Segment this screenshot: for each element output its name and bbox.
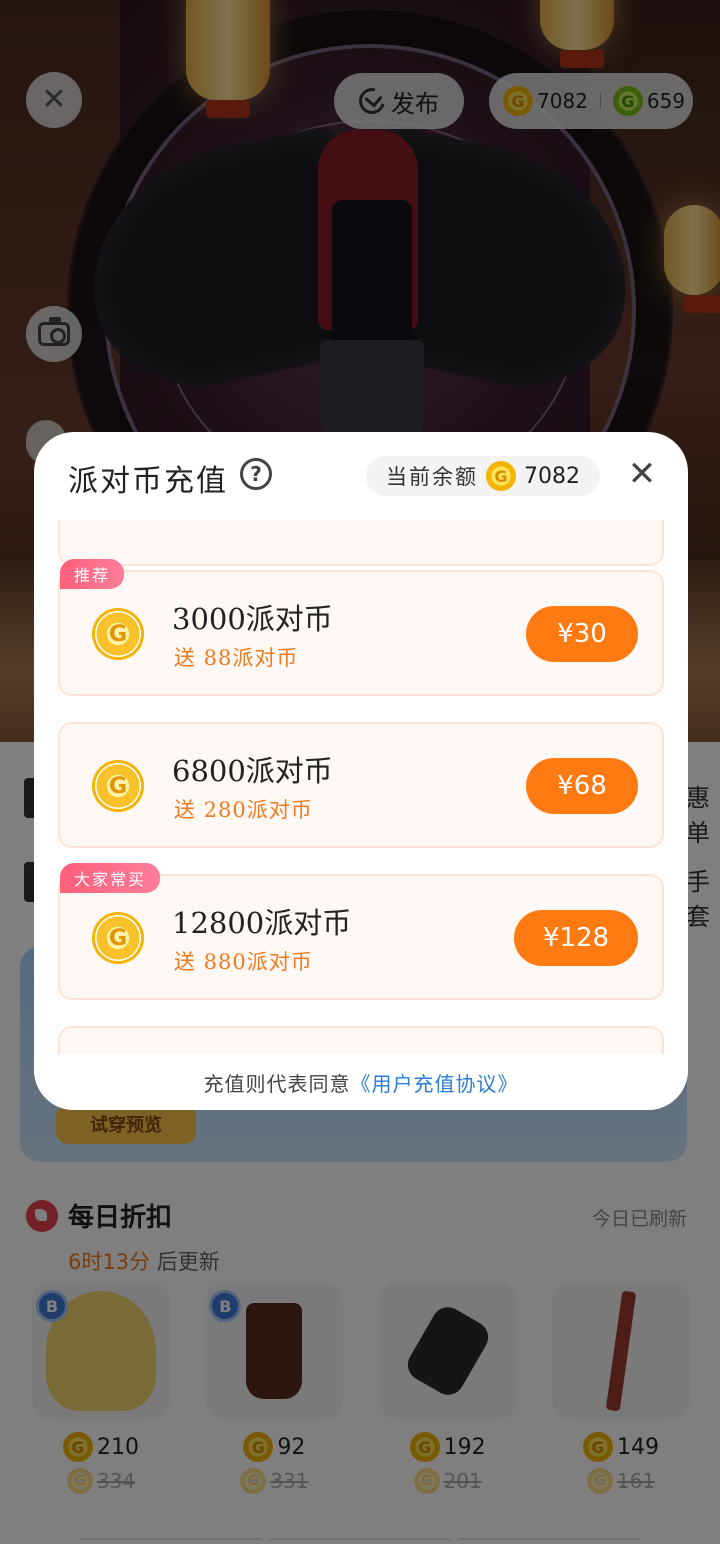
- modal-close-button[interactable]: ✕: [624, 456, 660, 492]
- package-card[interactable]: G 6800派对币 送 280派对币 ¥68: [58, 722, 664, 848]
- agreement-text: 充值则代表同意: [203, 1071, 351, 1096]
- modal-footer: 充值则代表同意 《用户充值协议》: [34, 1054, 688, 1110]
- package-bonus: 送 280派对币: [174, 798, 313, 822]
- popular-tag: 大家常买: [60, 863, 161, 893]
- close-icon: ✕: [627, 454, 657, 494]
- package-card[interactable]: 大家常买 G 12800派对币 送 880派对币 ¥128: [58, 863, 664, 1000]
- recommend-tag: 推荐: [60, 559, 125, 589]
- modal-header: 派对币充值 ? 当前余额 G 7082 ✕: [34, 432, 688, 522]
- party-coin-icon: G: [92, 608, 144, 660]
- help-icon[interactable]: ?: [240, 458, 272, 490]
- package-name: 6800派对币: [172, 754, 333, 788]
- modal-title: 派对币充值: [68, 464, 228, 499]
- buy-button[interactable]: ¥128: [514, 910, 638, 966]
- buy-button[interactable]: ¥30: [526, 606, 638, 662]
- package-bonus: 送 880派对币: [174, 950, 313, 974]
- agreement-link[interactable]: 《用户充值协议》: [351, 1068, 519, 1097]
- package-bonus: 送 88派对币: [174, 646, 299, 670]
- buy-button[interactable]: ¥68: [526, 758, 638, 814]
- package-name: 12800派对币: [172, 906, 352, 940]
- current-balance: 当前余额 G 7082: [366, 456, 600, 496]
- recharge-modal: 派对币充值 ? 当前余额 G 7082 ✕ 推荐 G 3000派对币 送 88派…: [34, 432, 688, 1110]
- package-name: 3000派对币: [172, 602, 333, 636]
- package-card[interactable]: 推荐 G 3000派对币 送 88派对币 ¥30: [58, 559, 664, 696]
- package-list[interactable]: 推荐 G 3000派对币 送 88派对币 ¥30 G 6800派对币 送 280…: [58, 520, 664, 1054]
- package-card[interactable]: [58, 1026, 664, 1054]
- package-card[interactable]: [58, 520, 664, 566]
- gold-coin-icon: G: [486, 461, 516, 491]
- party-coin-icon: G: [92, 912, 144, 964]
- party-coin-icon: G: [92, 760, 144, 812]
- current-balance-label: 当前余额: [386, 465, 478, 489]
- current-balance-value: 7082: [524, 463, 580, 489]
